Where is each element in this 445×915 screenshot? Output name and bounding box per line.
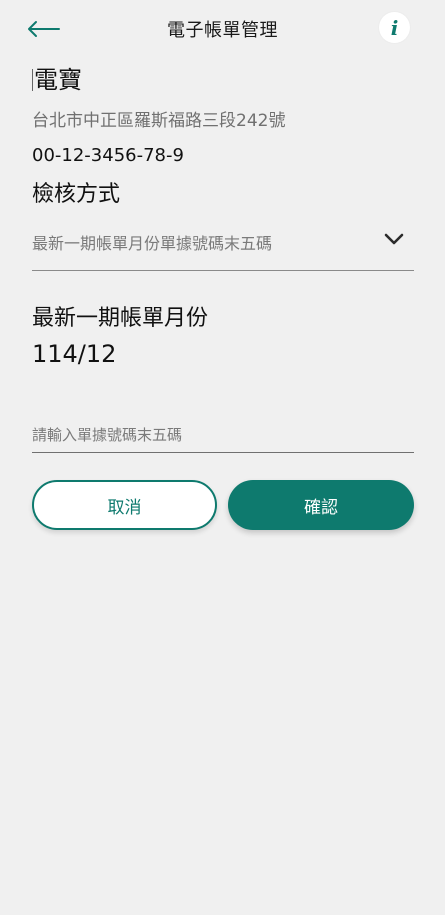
- receipt-number-input[interactable]: [32, 418, 414, 453]
- info-icon: i: [390, 15, 399, 40]
- account-name: 電寶: [34, 66, 82, 94]
- latest-bill-month-label: 最新一期帳單月份: [32, 306, 209, 331]
- verification-method-label: 檢核方式: [32, 182, 121, 207]
- account-address: 台北市中正區羅斯福路三段242號: [32, 111, 286, 131]
- latest-bill-month-value: 114/12: [32, 340, 117, 368]
- chevron-down-icon: [384, 233, 404, 245]
- text-cursor: [32, 69, 33, 91]
- verification-method-value: 最新一期帳單月份單據號碼末五碼: [32, 234, 273, 253]
- verification-method-select[interactable]: 最新一期帳單月份單據號碼末五碼: [32, 222, 414, 271]
- account-name-row: 電寶: [32, 60, 82, 95]
- info-button[interactable]: i: [379, 12, 410, 43]
- account-number: 00-12-3456-78-9: [32, 145, 184, 166]
- cancel-button[interactable]: 取消: [32, 480, 217, 530]
- confirm-button[interactable]: 確認: [228, 480, 414, 530]
- app-header: 電子帳單管理 i: [0, 0, 445, 56]
